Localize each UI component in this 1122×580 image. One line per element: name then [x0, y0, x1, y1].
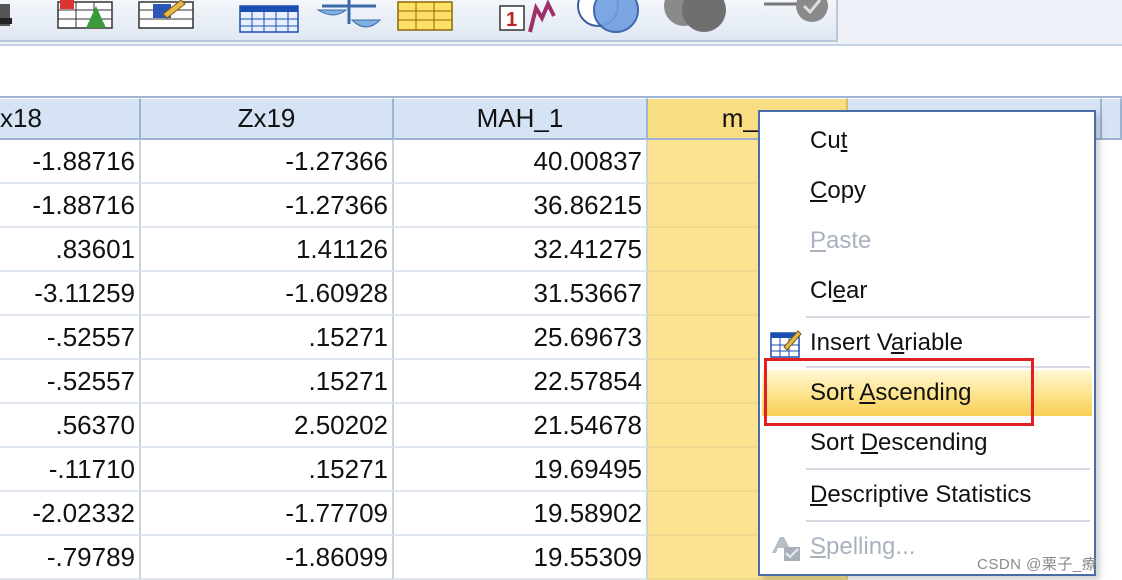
- menu-item-paste-label: Paste: [810, 227, 872, 254]
- menu-item-cut[interactable]: Cut: [762, 118, 1092, 164]
- cell[interactable]: .56370: [0, 404, 141, 448]
- menu-item-copy[interactable]: Copy: [762, 168, 1092, 214]
- menu-item-spelling-label: Spelling...: [810, 533, 916, 560]
- cell[interactable]: 19.69495: [394, 448, 648, 492]
- menu-item-sort-descending-label: Sort Descending: [810, 429, 988, 456]
- cell[interactable]: -1.88716: [0, 184, 141, 228]
- column-mah-1: MAH_1 40.00837 36.86215 32.41275 31.5366…: [394, 98, 648, 580]
- venn-circles-icon[interactable]: [576, 0, 642, 36]
- split-file-icon[interactable]: [56, 0, 116, 36]
- cell[interactable]: 36.86215: [394, 184, 648, 228]
- cell[interactable]: 2.50202: [141, 404, 394, 448]
- use-sets-icon[interactable]: [662, 0, 728, 36]
- cell[interactable]: -1.88716: [0, 140, 141, 184]
- menu-item-descriptive-statistics[interactable]: Descriptive Statistics: [762, 472, 1092, 518]
- cell[interactable]: -.11710: [0, 448, 141, 492]
- toolbar-strip: 1: [0, 0, 838, 42]
- cell[interactable]: 32.41275: [394, 228, 648, 272]
- insert-variable-icon[interactable]: 1: [498, 0, 560, 36]
- cell[interactable]: -.79789: [0, 536, 141, 580]
- cell[interactable]: .15271: [141, 360, 394, 404]
- highlight-annotation-box: [764, 358, 1034, 426]
- menu-item-clear[interactable]: Clear: [762, 268, 1092, 314]
- value-labels-icon[interactable]: [396, 0, 456, 36]
- cell[interactable]: 19.58902: [394, 492, 648, 536]
- cell[interactable]: 1.41126: [141, 228, 394, 272]
- menu-item-descriptive-statistics-label: Descriptive Statistics: [810, 481, 1032, 508]
- cell[interactable]: -.52557: [0, 360, 141, 404]
- menu-separator: [806, 520, 1090, 522]
- show-all-icon[interactable]: [764, 0, 834, 36]
- menu-item-paste: Paste: [762, 218, 1092, 264]
- cell[interactable]: 19.55309: [394, 536, 648, 580]
- column-header[interactable]: x18: [0, 98, 141, 140]
- menu-item-insert-variable-label: Insert Variable: [810, 329, 963, 356]
- menu-separator: [806, 468, 1090, 470]
- cell[interactable]: -3.11259: [0, 272, 141, 316]
- toolbar: 1: [0, 0, 1122, 46]
- column-x18: x18 -1.88716 -1.88716 .83601 -3.11259 -.…: [0, 98, 141, 580]
- cell[interactable]: -2.02332: [0, 492, 141, 536]
- cell[interactable]: -1.27366: [141, 140, 394, 184]
- column-header-empty[interactable]: [1102, 98, 1122, 140]
- menu-separator: [806, 316, 1090, 318]
- column-empty-edge: [1102, 98, 1122, 140]
- cell[interactable]: 31.53667: [394, 272, 648, 316]
- column-header[interactable]: MAH_1: [394, 98, 648, 140]
- context-menu: Cut Copy Paste Clear Insert Variable Sor…: [758, 110, 1096, 576]
- cell[interactable]: -1.77709: [141, 492, 394, 536]
- column-header[interactable]: Zx19: [141, 98, 394, 140]
- menu-item-clear-label: Clear: [810, 277, 868, 304]
- cell[interactable]: .15271: [141, 316, 394, 360]
- column-zx19: Zx19 -1.27366 -1.27366 1.41126 -1.60928 …: [141, 98, 394, 580]
- grid-table-icon[interactable]: [238, 0, 300, 36]
- cell[interactable]: -1.86099: [141, 536, 394, 580]
- cell[interactable]: .15271: [141, 448, 394, 492]
- spelling-icon: [772, 537, 800, 561]
- insert-variable-menu-icon: [770, 330, 802, 358]
- partial-left-icon[interactable]: [0, 0, 14, 36]
- cell[interactable]: 21.54678: [394, 404, 648, 448]
- weight-cases-icon[interactable]: [316, 0, 382, 36]
- cell[interactable]: -1.60928: [141, 272, 394, 316]
- insert-variable-icon-label: 1: [506, 9, 517, 31]
- cell[interactable]: -.52557: [0, 316, 141, 360]
- menu-item-sort-descending[interactable]: Sort Descending: [762, 420, 1092, 466]
- cell[interactable]: 22.57854: [394, 360, 648, 404]
- watermark: CSDN @栗子_療: [977, 556, 1098, 573]
- cell[interactable]: -1.27366: [141, 184, 394, 228]
- cell[interactable]: .83601: [0, 228, 141, 272]
- cell[interactable]: 25.69673: [394, 316, 648, 360]
- select-cases-icon[interactable]: [137, 0, 197, 36]
- cell[interactable]: 40.00837: [394, 140, 648, 184]
- menu-item-copy-label: Copy: [810, 177, 867, 204]
- menu-item-cut-label: Cut: [810, 127, 848, 154]
